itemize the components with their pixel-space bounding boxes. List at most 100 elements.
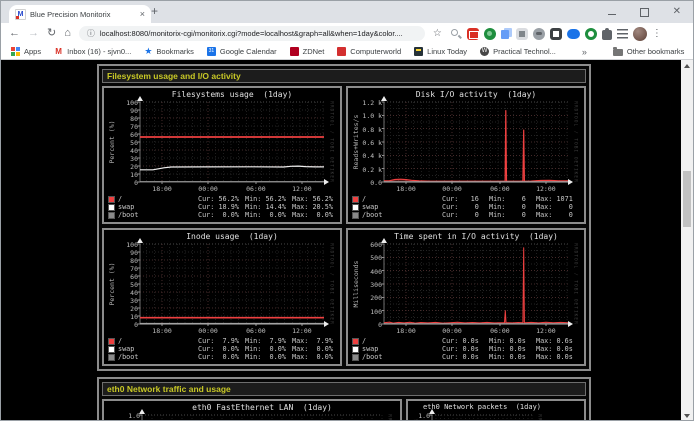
screenshot-extension-icon[interactable]: [516, 28, 528, 40]
legend-swatch: [352, 346, 359, 353]
x-tick-label: 12:00: [286, 327, 318, 335]
legend-min-value: Min: 0.0s: [489, 338, 536, 345]
profile-avatar[interactable]: [633, 27, 647, 41]
x-tick-label: 00:00: [192, 185, 224, 193]
y-tick-label: 10: [110, 313, 138, 321]
window-close-button[interactable]: ✕: [673, 7, 681, 17]
x-tick-label: 00:00: [192, 327, 224, 335]
other-bookmarks-button[interactable]: Other bookmarks: [613, 47, 685, 56]
bookmark-star-icon[interactable]: ☆: [433, 28, 442, 39]
menu-kebab-icon[interactable]: ⋮: [652, 28, 662, 39]
legend-cur-value: Cur: 0.0%: [198, 212, 245, 219]
legend-cur-value: Cur: 18.9%: [198, 204, 245, 211]
other-bookmarks-label: Other bookmarks: [627, 47, 685, 56]
tab-strip: M Blue Precision Monitorix × + ✕: [1, 1, 693, 23]
rrdtool-watermark: RRDTOOL / TOBI OETIKER: [329, 243, 334, 325]
legend-min-value: Min: 0: [489, 204, 536, 211]
reading-list-icon[interactable]: [617, 29, 628, 39]
x-tick-label: 12:00: [530, 185, 562, 193]
messenger-extension-icon[interactable]: [567, 29, 580, 39]
mask-extension-icon[interactable]: [533, 28, 545, 40]
graph-panel-filesystems-usage[interactable]: Filesystems usage (1day)Percent (%)10090…: [104, 88, 340, 222]
extensions-row: ⋮: [450, 27, 662, 41]
graph-legend: /Cur: 0.0sMin: 0.0sMax: 0.6sswapCur: 0.0…: [352, 338, 583, 361]
bookmark-item-apps[interactable]: Apps: [11, 47, 41, 56]
graph-panel-eth0-traffic[interactable]: eth0 FastEthernet LAN (1day)1.00.9RRDTOO…: [104, 401, 400, 421]
address-bar[interactable]: ⓘ localhost:8080/monitorix-cgi/monitorix…: [79, 26, 425, 41]
bookmark-item-bookmarks[interactable]: ★ Bookmarks: [144, 47, 194, 56]
x-tick-label: 06:00: [240, 185, 272, 193]
forward-button[interactable]: →: [28, 28, 39, 39]
legend-min-value: Min: 56.2%: [245, 196, 292, 203]
y-tick-label: 30: [110, 155, 138, 163]
scroll-down-arrow-icon[interactable]: [681, 410, 693, 421]
site-info-icon[interactable]: ⓘ: [87, 28, 95, 39]
player-extension-icon[interactable]: [550, 28, 562, 40]
legend-swatch: [108, 204, 115, 211]
y-tick-label: 90: [110, 249, 138, 257]
y-axis-arrow-icon: [137, 96, 143, 101]
graph-panel-inode-usage[interactable]: Inode usage (1day)Percent (%)10090807060…: [104, 230, 340, 364]
y-tick-label: 0.0: [354, 179, 382, 187]
bookmark-item-linuxtoday[interactable]: Linux Today: [414, 47, 467, 56]
series-line-/: [384, 248, 568, 323]
maximize-button[interactable]: [640, 8, 649, 17]
search-extension-icon[interactable]: [450, 28, 462, 40]
graph-panel-eth0-packets[interactable]: eth0 Network packets (1day)/s1.0RRDTOOL …: [408, 401, 540, 421]
legend-min-value: Min: 0.0%: [245, 354, 292, 361]
graph-plot: [140, 102, 324, 182]
browser-tab[interactable]: M Blue Precision Monitorix ×: [9, 5, 151, 23]
wordpress-icon: W: [480, 47, 489, 56]
extensions-puzzle-icon[interactable]: [602, 30, 612, 40]
mail-extension-icon[interactable]: [467, 28, 479, 40]
series-area: [384, 111, 568, 182]
legend-min-value: Min: 0.0%: [245, 346, 292, 353]
legend-series-name: swap: [352, 204, 442, 211]
bookmark-item-computerworld[interactable]: Computerworld: [337, 47, 401, 56]
globe-extension-icon[interactable]: [484, 28, 496, 40]
scrollbar-thumb[interactable]: [683, 171, 691, 227]
legend-series-name: /boot: [352, 354, 442, 361]
back-button[interactable]: ←: [9, 28, 20, 39]
scroll-up-arrow-icon[interactable]: [681, 60, 693, 72]
y-tick-label: 70: [110, 123, 138, 131]
x-tick-label: 18:00: [146, 185, 178, 193]
tab-close-icon[interactable]: ×: [140, 10, 145, 19]
reload-button[interactable]: ↻: [47, 28, 56, 39]
pages-extension-icon[interactable]: [501, 30, 509, 39]
y-tick-label: 10: [110, 171, 138, 179]
y-tick-label: 90: [110, 107, 138, 115]
zdnet-icon: [290, 47, 299, 56]
x-tick-label: 18:00: [390, 327, 422, 335]
tab-title: Blue Precision Monitorix: [30, 10, 136, 19]
legend-cur-value: Cur: 0.0s: [442, 338, 489, 345]
bookmarks-overflow-chevron[interactable]: »: [582, 47, 587, 57]
legend-max-value: Max: 0: [536, 204, 583, 211]
legend-series-name: swap: [108, 204, 198, 211]
bookmark-item-zdnet[interactable]: ZDNet: [290, 47, 325, 56]
bookmark-item-inbox[interactable]: M Inbox (16) - sjvn0...: [54, 47, 131, 56]
graph-title: Time spent in I/O activity (1day): [394, 232, 558, 241]
new-tab-button[interactable]: +: [151, 4, 158, 18]
y-tick-label: 0: [354, 321, 382, 329]
y-tick-label: 400: [354, 268, 382, 276]
graph-panel-time-spent-io[interactable]: Time spent in I/O activity (1day)Millise…: [348, 230, 584, 364]
section-header: eth0 Network traffic and usage: [102, 382, 586, 396]
y-axis-arrow-icon: [381, 96, 387, 101]
x-tick-label: 06:00: [484, 185, 516, 193]
minimize-button[interactable]: [608, 14, 616, 15]
scrollbar[interactable]: [681, 60, 693, 421]
status-extension-icon[interactable]: [585, 28, 597, 40]
legend-cur-value: Cur: 0: [442, 204, 489, 211]
bookmark-item-practical-tech[interactable]: W Practical Technol...: [480, 47, 556, 56]
bookmark-item-calendar[interactable]: 31 Google Calendar: [207, 47, 277, 56]
y-tick-label: 0.8 k: [354, 126, 382, 134]
apps-grid-icon: [11, 47, 20, 56]
legend-max-value: Max: 0.0%: [292, 346, 339, 353]
legend-swatch: [108, 354, 115, 361]
graph-panel-disk-io[interactable]: Disk I/O activity (1day)Reads+Writes/s1.…: [348, 88, 584, 222]
legend-min-value: Min: 0.0s: [489, 346, 536, 353]
legend-swatch: [352, 212, 359, 219]
home-button[interactable]: ⌂: [64, 28, 71, 39]
star-icon: ★: [144, 47, 152, 56]
